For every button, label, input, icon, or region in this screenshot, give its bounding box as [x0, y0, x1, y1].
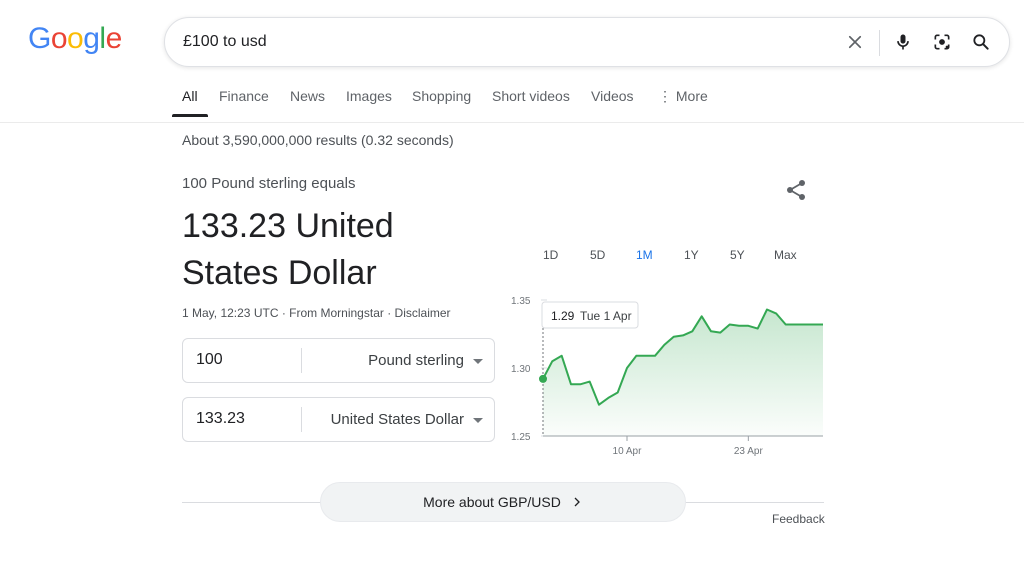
from-amount-input[interactable]: 100 — [196, 351, 223, 369]
more-about-label: More about GBP/USD — [423, 494, 561, 510]
search-divider — [879, 30, 880, 56]
exchange-rate-chart[interactable]: 1.35 1.30 1.25 10 Apr 23 Apr 1.29 Tue 1 Apr — [505, 288, 827, 463]
x-tick-label: 23 Apr — [734, 446, 764, 457]
conversion-meta: 1 May, 12:23 UTC · From Morningstar · Di… — [182, 306, 451, 320]
chart-tooltip: 1.29 Tue 1 Apr — [541, 301, 639, 329]
chevron-right-icon — [574, 497, 580, 507]
result-stats: About 3,590,000,000 results (0.32 second… — [182, 132, 454, 148]
y-tick-label: 1.30 — [511, 364, 531, 375]
range-1m[interactable]: 1M — [636, 248, 653, 262]
search-results-page: Google £100 to usd All Finance News Imag… — [0, 0, 1024, 568]
tab-videos[interactable]: Videos — [591, 88, 634, 104]
tab-more-label: More — [675, 88, 708, 104]
tooltip-date: Tue 1 Apr — [580, 309, 632, 323]
from-currency-row: 100 Pound sterling — [182, 338, 495, 383]
field-separator — [301, 407, 302, 432]
search-input[interactable]: £100 to usd — [183, 33, 267, 51]
active-tab-indicator — [172, 114, 208, 117]
conversion-result: 133.23 United States Dollar — [182, 207, 394, 292]
tab-short-videos[interactable]: Short videos — [492, 88, 570, 104]
more-about-button[interactable]: More about GBP/USD — [320, 482, 686, 522]
separator-dot: · — [281, 306, 286, 320]
hover-point — [539, 374, 547, 383]
search-box[interactable]: £100 to usd — [164, 17, 1010, 67]
range-1d[interactable]: 1D — [543, 248, 558, 262]
y-tick-label: 1.35 — [511, 296, 531, 307]
tab-finance[interactable]: Finance — [219, 88, 269, 104]
logo-letter: G — [28, 22, 51, 55]
range-5d[interactable]: 5D — [590, 248, 605, 262]
separator-dot: · — [387, 306, 392, 320]
feedback-link[interactable]: Feedback — [772, 512, 825, 526]
tab-all[interactable]: All — [182, 88, 198, 104]
range-1y[interactable]: 1Y — [684, 248, 699, 262]
dropdown-arrow-icon[interactable] — [473, 418, 483, 423]
tab-more[interactable]: ⋮ More — [658, 88, 708, 105]
conversion-label: 100 Pound sterling equals — [182, 175, 356, 192]
to-currency-select[interactable]: United States Dollar — [331, 411, 464, 428]
timestamp: 1 May, 12:23 UTC — [182, 306, 279, 320]
google-logo[interactable]: Google — [28, 22, 122, 56]
to-currency-row: 133.23 United States Dollar — [182, 397, 495, 442]
tab-shopping[interactable]: Shopping — [412, 88, 471, 104]
disclaimer-link[interactable]: Disclaimer — [395, 306, 451, 320]
search-icon[interactable] — [969, 30, 993, 54]
share-icon[interactable] — [784, 178, 808, 202]
logo-letter: o — [50, 22, 68, 55]
lens-icon[interactable] — [930, 30, 954, 54]
range-max[interactable]: Max — [774, 248, 797, 262]
y-tick-label: 1.25 — [511, 432, 531, 443]
mic-icon[interactable] — [891, 30, 915, 54]
to-amount-input[interactable]: 133.23 — [196, 410, 245, 428]
range-5y[interactable]: 5Y — [730, 248, 745, 262]
logo-letter: o — [67, 22, 84, 55]
tooltip-value: 1.29 — [551, 309, 575, 323]
dropdown-arrow-icon[interactable] — [473, 359, 483, 364]
clear-icon[interactable] — [843, 30, 867, 54]
tab-images[interactable]: Images — [346, 88, 392, 104]
source-text: From Morningstar — [289, 306, 384, 320]
logo-letter: e — [105, 22, 123, 55]
tab-news[interactable]: News — [290, 88, 325, 104]
field-separator — [301, 348, 302, 373]
from-currency-select[interactable]: Pound sterling — [368, 352, 464, 369]
logo-letter: g — [83, 22, 100, 55]
header-divider — [0, 122, 1024, 123]
more-vert-icon: ⋮ — [658, 88, 672, 104]
x-tick-label: 10 Apr — [613, 446, 643, 457]
